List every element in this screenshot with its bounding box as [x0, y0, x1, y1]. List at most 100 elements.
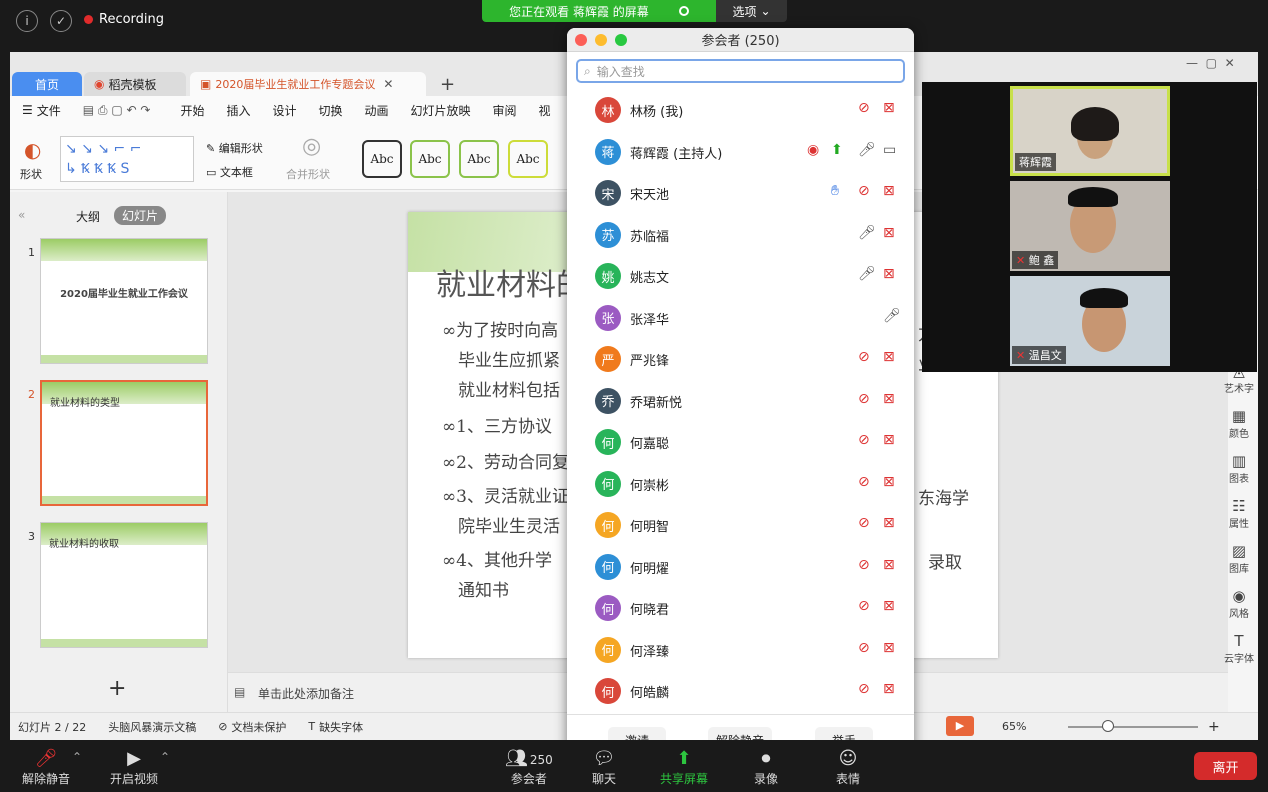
tab-document[interactable]: ▣ 2020届毕业生就业工作专题会议 ✕ [190, 72, 426, 96]
toolbar-quick-icons[interactable]: ▤ ⎙ ▢ ↶ ↷ [83, 103, 151, 118]
menu-start[interactable]: 开始 [180, 102, 204, 119]
participants-button[interactable]: 👥︎ 250 参会者 [505, 748, 553, 787]
video-icon[interactable]: ▭ [883, 142, 896, 158]
participant-row[interactable]: 何何晓君 ⊘ ⊠ [567, 587, 914, 628]
participant-row[interactable]: 严严兆锋 ⊘ ⊠ [567, 338, 914, 379]
collapse-panel-icon[interactable]: « [18, 208, 25, 222]
close-window-icon[interactable] [575, 34, 587, 46]
participant-row[interactable]: 何何皓麟 ⊘ ⊠ [567, 670, 914, 711]
participant-search-input[interactable]: ⌕ 输入查找 [576, 59, 905, 83]
properties-tool[interactable]: ☷ 属性 [1229, 497, 1249, 530]
menu-review[interactable]: 审阅 [493, 102, 517, 119]
muted-mic-icon[interactable]: ⊘ [858, 515, 870, 531]
menu-transition[interactable]: 切换 [318, 102, 342, 119]
muted-mic-icon[interactable]: ⊘ [858, 557, 870, 573]
shape-button[interactable]: 形状 [20, 166, 42, 182]
style-preset-2[interactable]: Abc [410, 140, 450, 178]
edit-shape-button[interactable]: ✎ 编辑形状 [206, 140, 263, 156]
video-off-icon[interactable]: ⊠ [883, 640, 895, 656]
muted-mic-icon[interactable]: ⊘ [858, 100, 870, 116]
shield-icon[interactable]: ✓ [50, 10, 72, 32]
participant-row[interactable]: 宋宋天池 ✋︎ ⊘ ⊠ [567, 172, 914, 213]
chevron-up-icon[interactable]: ⌃ [72, 750, 82, 764]
missing-font-status[interactable]: 缺失字体 [319, 719, 363, 735]
new-tab-icon[interactable]: + [440, 74, 455, 95]
muted-mic-icon[interactable]: ⊘ [858, 598, 870, 614]
video-off-icon[interactable]: ⊠ [883, 598, 895, 614]
participant-row[interactable]: 姚姚志文 🎤︎ ⊠ [567, 255, 914, 296]
muted-mic-icon[interactable]: ⊘ [858, 640, 870, 656]
unmute-button[interactable]: 🎤︎ 解除静音 [22, 748, 70, 787]
muted-mic-icon[interactable]: ⊘ [858, 183, 870, 199]
play-button[interactable]: ▶ [946, 716, 974, 736]
sharing-icon[interactable]: ⬆ [831, 142, 843, 158]
line-shapes-gallery[interactable]: ↘ ↘ ↘ ⌐ ⌐ ↳ Ꝅ Ꝅ Ꝅ S [60, 136, 194, 182]
video-off-icon[interactable]: ⊠ [883, 557, 895, 573]
add-slide-icon[interactable]: + [108, 676, 126, 701]
video-off-icon[interactable]: ⊠ [883, 225, 895, 241]
menu-file[interactable]: 文件 [37, 102, 61, 119]
participant-row[interactable]: 苏苏临福 🎤︎ ⊠ [567, 214, 914, 255]
video-off-icon[interactable]: ⊠ [883, 349, 895, 365]
minimize-window-icon[interactable] [595, 34, 607, 46]
video-off-icon[interactable]: ⊠ [883, 681, 895, 697]
start-video-button[interactable]: ▶︎ 开启视频 [110, 748, 158, 787]
menu-animation[interactable]: 动画 [365, 102, 389, 119]
muted-mic-icon[interactable]: ⊘ [858, 681, 870, 697]
video-off-icon[interactable]: ⊠ [883, 183, 895, 199]
cloud-font-tool[interactable]: T 云字体 [1224, 632, 1254, 665]
video-off-icon[interactable]: ⊠ [883, 515, 895, 531]
recording-icon[interactable]: ◉ [807, 142, 819, 158]
theme-name[interactable]: 头脑风暴演示文稿 [108, 719, 196, 735]
chevron-up-icon[interactable]: ⌃ [160, 750, 170, 764]
zoom-slider[interactable] [1068, 726, 1198, 728]
video-off-icon[interactable]: ⊠ [883, 266, 895, 282]
muted-mic-icon[interactable]: ⊘ [858, 432, 870, 448]
tab-outline[interactable]: 大纲 [76, 208, 100, 225]
textbox-button[interactable]: ▭ 文本框 [206, 164, 253, 180]
video-tile[interactable]: ✕ 温昌文 [1010, 276, 1170, 366]
merge-shape-button[interactable]: 合并形状 [286, 166, 330, 182]
zoom-level[interactable]: 65% [1002, 720, 1026, 733]
window-controls[interactable]: — ▢ ✕ [1186, 56, 1235, 70]
muted-mic-icon[interactable]: ⊘ [858, 349, 870, 365]
reactions-button[interactable]: ☺ 表情 [836, 748, 860, 787]
menu-insert[interactable]: 插入 [226, 102, 250, 119]
info-icon[interactable]: i [16, 10, 38, 32]
menu-icon[interactable]: ☰ [22, 103, 33, 117]
participant-row[interactable]: 何何明燿 ⊘ ⊠ [567, 546, 914, 587]
video-tile[interactable]: ✕ 鲍 鑫 [1010, 181, 1170, 271]
close-icon[interactable]: ✕ [383, 77, 393, 91]
mic-icon[interactable]: 🎤︎ [858, 266, 876, 282]
tab-template[interactable]: ◉ 稻壳模板 [84, 72, 186, 96]
participant-row[interactable]: 何何明智 ⊘ ⊠ [567, 504, 914, 545]
style-preset-3[interactable]: Abc [459, 140, 499, 178]
muted-mic-icon[interactable]: ⊘ [858, 391, 870, 407]
shape-icon[interactable]: ◐ [24, 138, 41, 162]
participant-row[interactable]: 蒋蒋辉霞 (主持人) ◉ ⬆ 🎤︎ ▭ [567, 131, 914, 172]
mic-icon[interactable]: 🎤︎ [883, 308, 901, 324]
participant-row[interactable]: 林林杨 (我) ⊘ ⊠ [567, 89, 914, 130]
chart-tool[interactable]: ▥ 图表 [1229, 452, 1249, 485]
muted-mic-icon[interactable]: ⊘ [858, 474, 870, 490]
participant-row[interactable]: 何何泽臻 ⊘ ⊠ [567, 629, 914, 670]
tab-home[interactable]: 首页 [12, 72, 82, 96]
slide-thumbnail-3[interactable]: 就业材料的收取 [40, 522, 208, 648]
share-screen-button[interactable]: ⬆ 共享屏幕 [660, 748, 708, 787]
raised-hand-icon[interactable]: ✋︎ [831, 183, 839, 199]
participant-row[interactable]: 张张泽华 🎤︎ [567, 297, 914, 338]
zoom-in-icon[interactable]: + [1208, 719, 1220, 735]
participant-row[interactable]: 何何嘉聪 ⊘ ⊠ [567, 421, 914, 462]
menu-slideshow[interactable]: 幻灯片放映 [411, 102, 471, 119]
video-off-icon[interactable]: ⊠ [883, 100, 895, 116]
style-preset-1[interactable]: Abc [362, 140, 402, 178]
maximize-window-icon[interactable] [615, 34, 627, 46]
leave-meeting-button[interactable]: 离开 [1194, 752, 1257, 780]
style-tool[interactable]: ◉ 风格 [1229, 587, 1249, 620]
slide-thumbnail-1[interactable]: 2020届毕业生就业工作会议 [40, 238, 208, 364]
recording-indicator[interactable]: Recording [84, 12, 164, 27]
video-off-icon[interactable]: ⊠ [883, 432, 895, 448]
view-options-button[interactable]: 选项 ⌄ [716, 0, 787, 22]
color-tool[interactable]: ▦ 颜色 [1229, 407, 1249, 440]
mic-icon[interactable]: 🎤︎ [858, 225, 876, 241]
